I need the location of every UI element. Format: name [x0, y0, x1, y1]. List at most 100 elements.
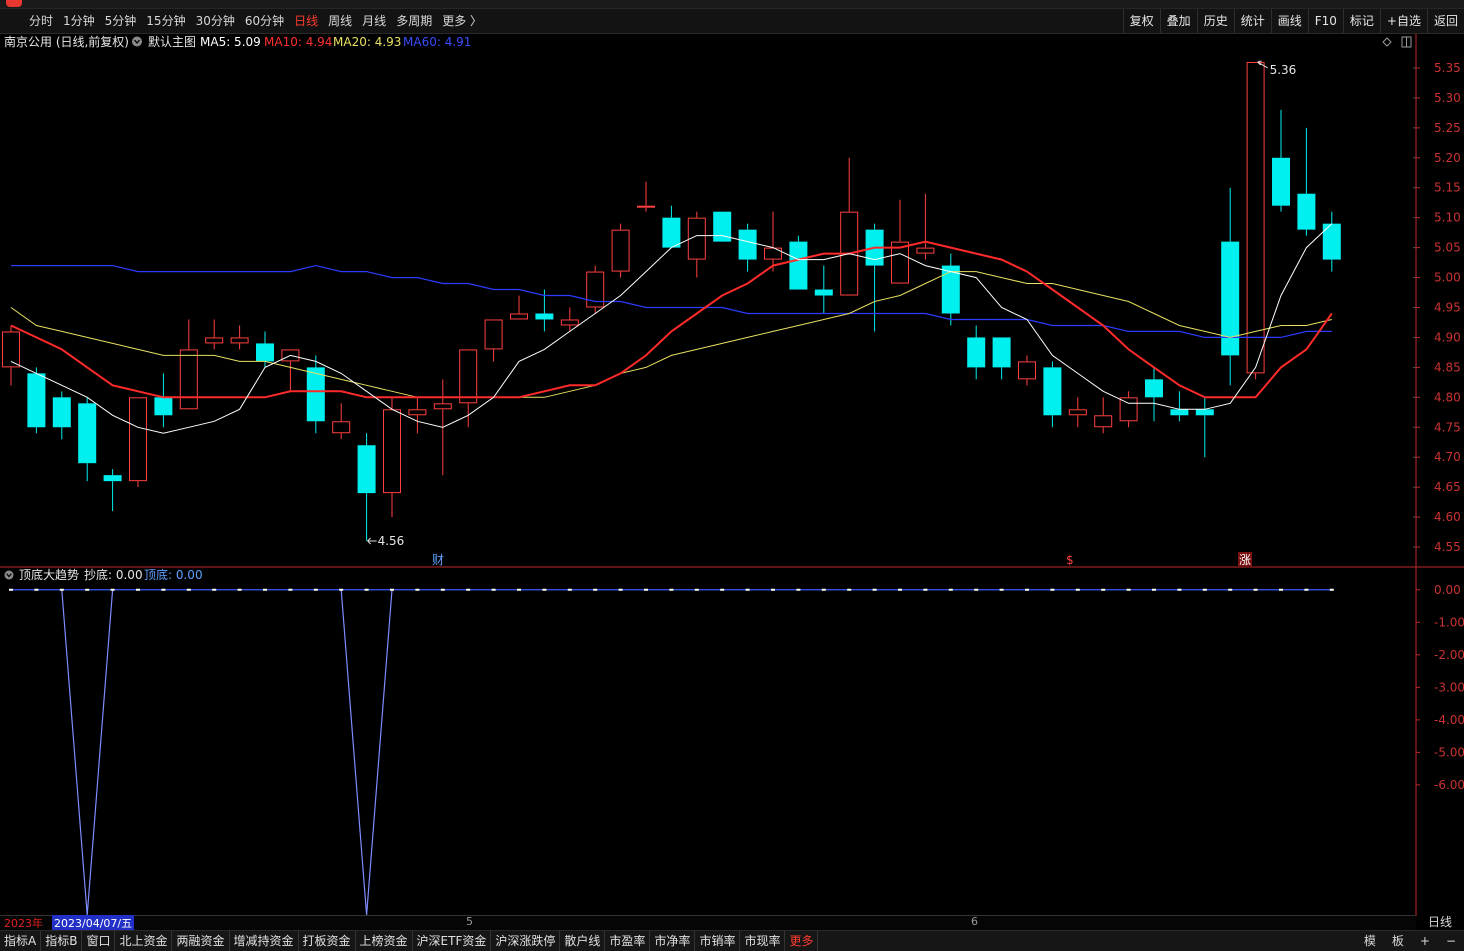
candle-32[interactable]	[814, 265, 833, 314]
period-tab-1[interactable]: 1分钟	[58, 9, 100, 33]
candle-20[interactable]	[510, 295, 528, 320]
candle-48[interactable]	[1221, 187, 1240, 386]
bottom-tab-1[interactable]: 指标B	[41, 931, 83, 951]
template-name[interactable]: 默认主图	[148, 34, 196, 49]
candle-4[interactable]	[103, 469, 122, 512]
candle-2[interactable]	[52, 391, 71, 440]
period-tab-2[interactable]: 5分钟	[100, 9, 142, 33]
candle-1[interactable]	[27, 367, 46, 434]
period-tab-3[interactable]: 15分钟	[141, 9, 190, 33]
candle-42[interactable]	[1068, 397, 1087, 428]
bottom-tab-14[interactable]: 市现率	[740, 931, 786, 951]
candle-36[interactable]	[916, 193, 935, 260]
candle-30[interactable]	[764, 211, 782, 272]
candle-16[interactable]	[408, 397, 427, 434]
tool-button-6[interactable]: 标记	[1342, 9, 1380, 33]
candle-25[interactable]	[637, 181, 655, 212]
candle-35[interactable]	[891, 199, 909, 284]
bottom-tab-8[interactable]: 沪深ETF资金	[413, 931, 492, 951]
candle-14[interactable]	[357, 433, 376, 542]
candle-15[interactable]	[383, 397, 401, 518]
tool-button-4[interactable]: 画线	[1270, 9, 1308, 33]
diamond-icon[interactable]	[1382, 37, 1392, 47]
bottom-tab-2[interactable]: 窗口	[82, 931, 116, 951]
candle-41[interactable]	[1043, 361, 1062, 428]
marker-limit-up[interactable]: 涨	[1239, 552, 1251, 567]
candle-22[interactable]	[560, 307, 579, 332]
candle-0[interactable]	[2, 325, 20, 386]
tool-button-8[interactable]: 返回	[1426, 9, 1464, 33]
tool-button-3[interactable]: 统计	[1233, 9, 1271, 33]
kline-chart[interactable]: 南京公用 (日线,前复权) 默认主图 MA5: 5.09 MA10: 4.94 …	[0, 34, 1464, 916]
candle-5[interactable]	[129, 397, 147, 488]
bottom-tab-11[interactable]: 市盈率	[605, 931, 651, 951]
period-tab-4[interactable]: 30分钟	[191, 9, 240, 33]
candle-31[interactable]	[789, 235, 808, 290]
candle-19[interactable]	[484, 319, 503, 362]
bottom-tab-9[interactable]: 沪深涨跌停	[491, 931, 561, 951]
marker-dividend[interactable]: $	[1066, 553, 1074, 567]
candle-26[interactable]	[662, 205, 681, 248]
indicator-name[interactable]: 顶底大趋势	[19, 567, 79, 582]
bottom-tab-5[interactable]: 增减持资金	[230, 931, 299, 951]
candle-6[interactable]	[154, 373, 173, 428]
candle-40[interactable]	[1018, 355, 1036, 386]
indicator-dropdown-icon[interactable]	[4, 570, 14, 580]
bottom-tab-0[interactable]: 指标A	[0, 931, 42, 951]
candle-43[interactable]	[1094, 397, 1113, 434]
tool-button-0[interactable]: 复权	[1122, 9, 1160, 33]
candle-39[interactable]	[992, 337, 1011, 380]
candle-8[interactable]	[205, 319, 224, 350]
bottom-tab-12[interactable]: 市净率	[650, 931, 696, 951]
candle-27[interactable]	[687, 211, 706, 278]
candle-29[interactable]	[738, 223, 757, 272]
period-indicator[interactable]: 日线	[1416, 915, 1464, 929]
candle-12[interactable]	[306, 355, 325, 434]
bottom-tab-13[interactable]: 市销率	[695, 931, 741, 951]
candle-9[interactable]	[230, 325, 249, 350]
candle-51[interactable]	[1297, 127, 1316, 236]
candle-24[interactable]	[611, 223, 630, 278]
period-tab-8[interactable]: 月线	[357, 9, 391, 33]
period-tab-9[interactable]: 多周期	[391, 9, 437, 33]
candle-3[interactable]	[78, 397, 97, 482]
ma60-line	[11, 264, 1332, 338]
candle-33[interactable]	[840, 157, 859, 296]
candles	[2, 61, 1341, 542]
bottom-tab-7[interactable]: 上榜资金	[356, 931, 413, 951]
period-tab-6[interactable]: 日线	[289, 9, 323, 33]
tool-button-5[interactable]: F10	[1307, 9, 1343, 33]
bottom-tab-4[interactable]: 两融资金	[172, 931, 230, 951]
period-tab-7[interactable]: 周线	[323, 9, 357, 33]
candle-10[interactable]	[256, 331, 274, 368]
candle-46[interactable]	[1170, 391, 1189, 422]
bottom-right-button-3[interactable]: −	[1438, 931, 1464, 951]
bottom-right-button-0[interactable]: 模	[1356, 931, 1384, 951]
candle-44[interactable]	[1119, 391, 1138, 428]
bottom-tab-15[interactable]: 更多	[785, 931, 819, 951]
bottom-tab-3[interactable]: 北上资金	[115, 931, 173, 951]
candle-34[interactable]	[865, 223, 884, 332]
bottom-right-button-1[interactable]: 板	[1384, 931, 1412, 951]
candle-body	[230, 337, 249, 344]
marker-finance[interactable]: 财	[432, 553, 444, 567]
tool-button-1[interactable]: 叠加	[1159, 9, 1197, 33]
period-tab-10[interactable]: 更多 〉	[437, 9, 487, 33]
candle-23[interactable]	[586, 265, 605, 314]
candle-47[interactable]	[1195, 397, 1214, 458]
candle-7[interactable]	[179, 319, 198, 410]
period-tab-5[interactable]: 60分钟	[240, 9, 289, 33]
template-dropdown-icon[interactable]	[132, 36, 142, 47]
candle-45[interactable]	[1145, 367, 1163, 422]
bottom-right-button-2[interactable]: +	[1412, 931, 1438, 951]
bottom-tab-6[interactable]: 打板资金	[299, 931, 356, 951]
candle-50[interactable]	[1272, 109, 1290, 212]
candle-13[interactable]	[332, 403, 351, 440]
tool-button-7[interactable]: +自选	[1379, 9, 1427, 33]
candle-37[interactable]	[941, 253, 960, 326]
period-tab-0[interactable]: 分时	[24, 9, 58, 33]
bottom-tab-10[interactable]: 散户线	[560, 931, 606, 951]
tool-button-2[interactable]: 历史	[1196, 9, 1234, 33]
candle-38[interactable]	[967, 325, 986, 380]
candle-52[interactable]	[1322, 211, 1341, 272]
